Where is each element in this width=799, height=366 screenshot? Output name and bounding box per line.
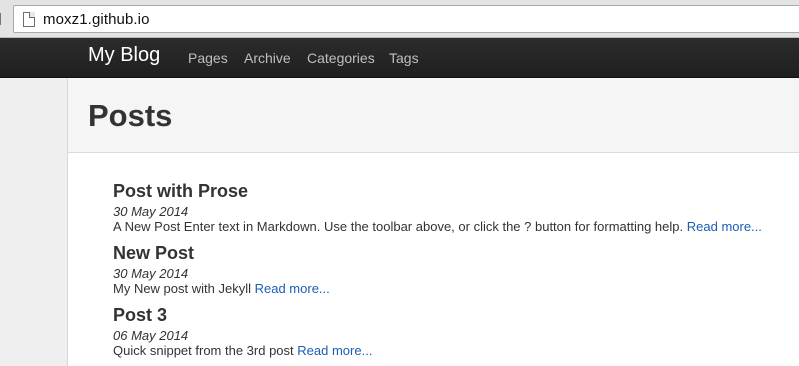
nav-link-categories[interactable]: Categories	[307, 50, 375, 66]
post-title[interactable]: Post with Prose	[113, 180, 793, 202]
post-item: New Post 30 May 2014 My New post with Je…	[113, 242, 793, 296]
toolbar-edge	[0, 13, 3, 25]
post-excerpt-text: A New Post Enter text in Markdown. Use t…	[113, 219, 684, 234]
post-excerpt-text: Quick snippet from the 3rd post	[113, 343, 294, 358]
post-excerpt: Quick snippet from the 3rd post Read mor…	[113, 343, 793, 358]
post-list: Post with Prose 30 May 2014 A New Post E…	[68, 153, 799, 366]
post-date: 30 May 2014	[113, 266, 189, 281]
browser-toolbar: moxz1.github.io	[0, 0, 799, 38]
nav-link-tags[interactable]: Tags	[389, 50, 419, 66]
address-bar[interactable]: moxz1.github.io	[13, 5, 799, 33]
left-gutter	[0, 78, 68, 366]
site-brand[interactable]: My Blog	[88, 44, 160, 67]
post-excerpt: A New Post Enter text in Markdown. Use t…	[113, 219, 793, 234]
read-more-link[interactable]: Read more...	[687, 219, 762, 234]
url-text[interactable]: moxz1.github.io	[43, 11, 150, 28]
site-navbar: My Blog Pages Archive Categories Tags	[0, 38, 799, 78]
post-title[interactable]: Post 3	[113, 304, 793, 326]
post-date: 06 May 2014	[113, 328, 189, 343]
post-date: 30 May 2014	[113, 204, 189, 219]
nav-link-pages[interactable]: Pages	[188, 50, 228, 66]
read-more-link[interactable]: Read more...	[297, 343, 372, 358]
post-item: Post 3 06 May 2014 Quick snippet from th…	[113, 304, 793, 358]
read-more-link[interactable]: Read more...	[255, 281, 330, 296]
page-title: Posts	[88, 98, 173, 133]
post-excerpt: My New post with Jekyll Read more...	[113, 281, 793, 296]
nav-link-archive[interactable]: Archive	[244, 50, 291, 66]
post-title[interactable]: New Post	[113, 242, 793, 264]
post-item: Post with Prose 30 May 2014 A New Post E…	[113, 180, 793, 234]
page-icon	[23, 12, 35, 27]
post-excerpt-text: My New post with Jekyll	[113, 281, 251, 296]
page-header: Posts	[68, 78, 799, 153]
